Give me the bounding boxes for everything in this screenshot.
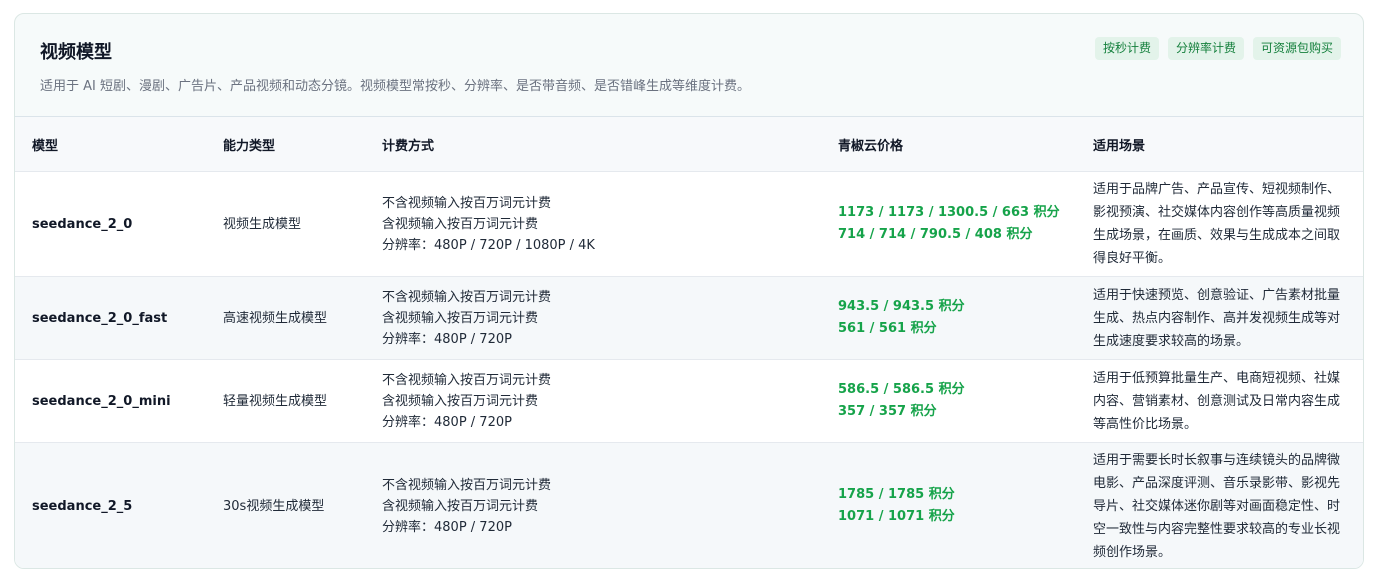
price-line: 1173 / 1173 / 1300.5 / 663 积分 [838, 205, 1060, 220]
capability-type: 高速视频生成模型 [206, 276, 365, 360]
price-line: 714 / 714 / 790.5 / 408 积分 [838, 227, 1033, 242]
use-case: 适用于快速预览、创意验证、广告素材批量生成、热点内容制作、高并发视频生成等对生成… [1076, 276, 1363, 360]
price-line: 357 / 357 积分 [838, 404, 937, 419]
billing-line: 分辨率：480P / 720P [382, 519, 512, 535]
column-header-price: 青椒云价格 [821, 117, 1076, 172]
billing-line: 不含视频输入按百万词元计费 [382, 289, 552, 305]
price: 586.5 / 586.5 积分 357 / 357 积分 [821, 359, 1076, 443]
billing-line: 分辨率：480P / 720P [382, 414, 512, 430]
billing-method: 不含视频输入按百万词元计费 含视频输入按百万词元计费 分辨率：480P / 72… [365, 442, 821, 568]
section-title: 视频模型 [40, 42, 112, 63]
tag-resolution: 分辨率计费 [1167, 37, 1244, 60]
video-models-card: 视频模型 适用于 AI 短剧、漫剧、广告片、产品视频和动态分镜。视频模型常按秒、… [14, 13, 1364, 569]
price-line: 586.5 / 586.5 积分 [838, 382, 965, 397]
billing-line: 不含视频输入按百万词元计费 [382, 372, 552, 388]
use-case: 适用于低预算批量生产、电商短视频、社媒内容、营销素材、创意测试及日常内容生成等高… [1076, 359, 1363, 443]
price-line: 1785 / 1785 积分 [838, 487, 955, 502]
column-header-type: 能力类型 [206, 117, 365, 172]
column-header-model: 模型 [15, 117, 206, 172]
billing-line: 分辨率：480P / 720P [382, 331, 512, 347]
billing-method: 不含视频输入按百万词元计费 含视频输入按百万词元计费 分辨率：480P / 72… [365, 171, 821, 277]
table-row: seedance_2_5 30s视频生成模型 不含视频输入按百万词元计费 含视频… [15, 442, 1363, 568]
billing-line: 含视频输入按百万词元计费 [382, 310, 539, 326]
billing-line: 含视频输入按百万词元计费 [382, 216, 539, 232]
model-name: seedance_2_0_mini [15, 359, 206, 443]
price-line: 943.5 / 943.5 积分 [838, 299, 965, 314]
use-case-text: 适用于低预算批量生产、电商短视频、社媒内容、营销素材、创意测试及日常内容生成等高… [1093, 370, 1341, 432]
billing-line: 不含视频输入按百万词元计费 [382, 477, 552, 493]
billing-method: 不含视频输入按百万词元计费 含视频输入按百万词元计费 分辨率：480P / 72… [365, 359, 821, 443]
table-row: seedance_2_0_mini 轻量视频生成模型 不含视频输入按百万词元计费… [15, 359, 1363, 443]
price: 1173 / 1173 / 1300.5 / 663 积分 714 / 714 … [821, 171, 1076, 277]
capability-type: 30s视频生成模型 [206, 442, 365, 568]
pricing-table: 模型 能力类型 计费方式 青椒云价格 适用场景 seedance_2_0 视频生… [15, 117, 1363, 568]
column-header-billing: 计费方式 [365, 117, 821, 172]
column-header-scene: 适用场景 [1076, 117, 1363, 172]
model-name: seedance_2_0_fast [15, 276, 206, 360]
tag-resource-pack: 可资源包购买 [1252, 37, 1341, 60]
billing-line: 含视频输入按百万词元计费 [382, 393, 539, 409]
tag-per-second: 按秒计费 [1094, 37, 1159, 60]
use-case-text: 适用于品牌广告、产品宣传、短视频制作、影视预演、社交媒体内容创作等高质量视频生成… [1093, 182, 1341, 266]
table-row: seedance_2_0_fast 高速视频生成模型 不含视频输入按百万词元计费… [15, 276, 1363, 360]
model-name: seedance_2_0 [15, 171, 206, 277]
billing-line: 含视频输入按百万词元计费 [382, 498, 539, 514]
billing-method: 不含视频输入按百万词元计费 含视频输入按百万词元计费 分辨率：480P / 72… [365, 276, 821, 360]
billing-line: 分辨率：480P / 720P / 1080P / 4K [382, 237, 595, 253]
capability-type: 视频生成模型 [206, 171, 365, 277]
table-row: seedance_2_0 视频生成模型 不含视频输入按百万词元计费 含视频输入按… [15, 171, 1363, 277]
pricing-table-container: 模型 能力类型 计费方式 青椒云价格 适用场景 seedance_2_0 视频生… [15, 116, 1363, 568]
section-description: 适用于 AI 短剧、漫剧、广告片、产品视频和动态分镜。视频模型常按秒、分辨率、是… [40, 79, 750, 94]
model-name: seedance_2_5 [15, 442, 206, 568]
price: 1785 / 1785 积分 1071 / 1071 积分 [821, 442, 1076, 568]
use-case-text: 适用于需要长时长叙事与连续镜头的品牌微电影、产品深度评测、音乐录影带、影视先导片… [1093, 452, 1341, 560]
table-header-row: 模型 能力类型 计费方式 青椒云价格 适用场景 [15, 117, 1363, 172]
billing-line: 不含视频输入按百万词元计费 [382, 195, 552, 211]
billing-tags: 按秒计费 分辨率计费 可资源包购买 [1094, 37, 1341, 60]
price: 943.5 / 943.5 积分 561 / 561 积分 [821, 276, 1076, 360]
price-line: 561 / 561 积分 [838, 321, 937, 336]
use-case: 适用于品牌广告、产品宣传、短视频制作、影视预演、社交媒体内容创作等高质量视频生成… [1076, 171, 1363, 277]
card-header: 视频模型 适用于 AI 短剧、漫剧、广告片、产品视频和动态分镜。视频模型常按秒、… [15, 14, 1363, 116]
use-case-text: 适用于快速预览、创意验证、广告素材批量生成、热点内容制作、高并发视频生成等对生成… [1093, 287, 1341, 349]
capability-type: 轻量视频生成模型 [206, 359, 365, 443]
price-line: 1071 / 1071 积分 [838, 509, 955, 524]
use-case: 适用于需要长时长叙事与连续镜头的品牌微电影、产品深度评测、音乐录影带、影视先导片… [1076, 442, 1363, 568]
